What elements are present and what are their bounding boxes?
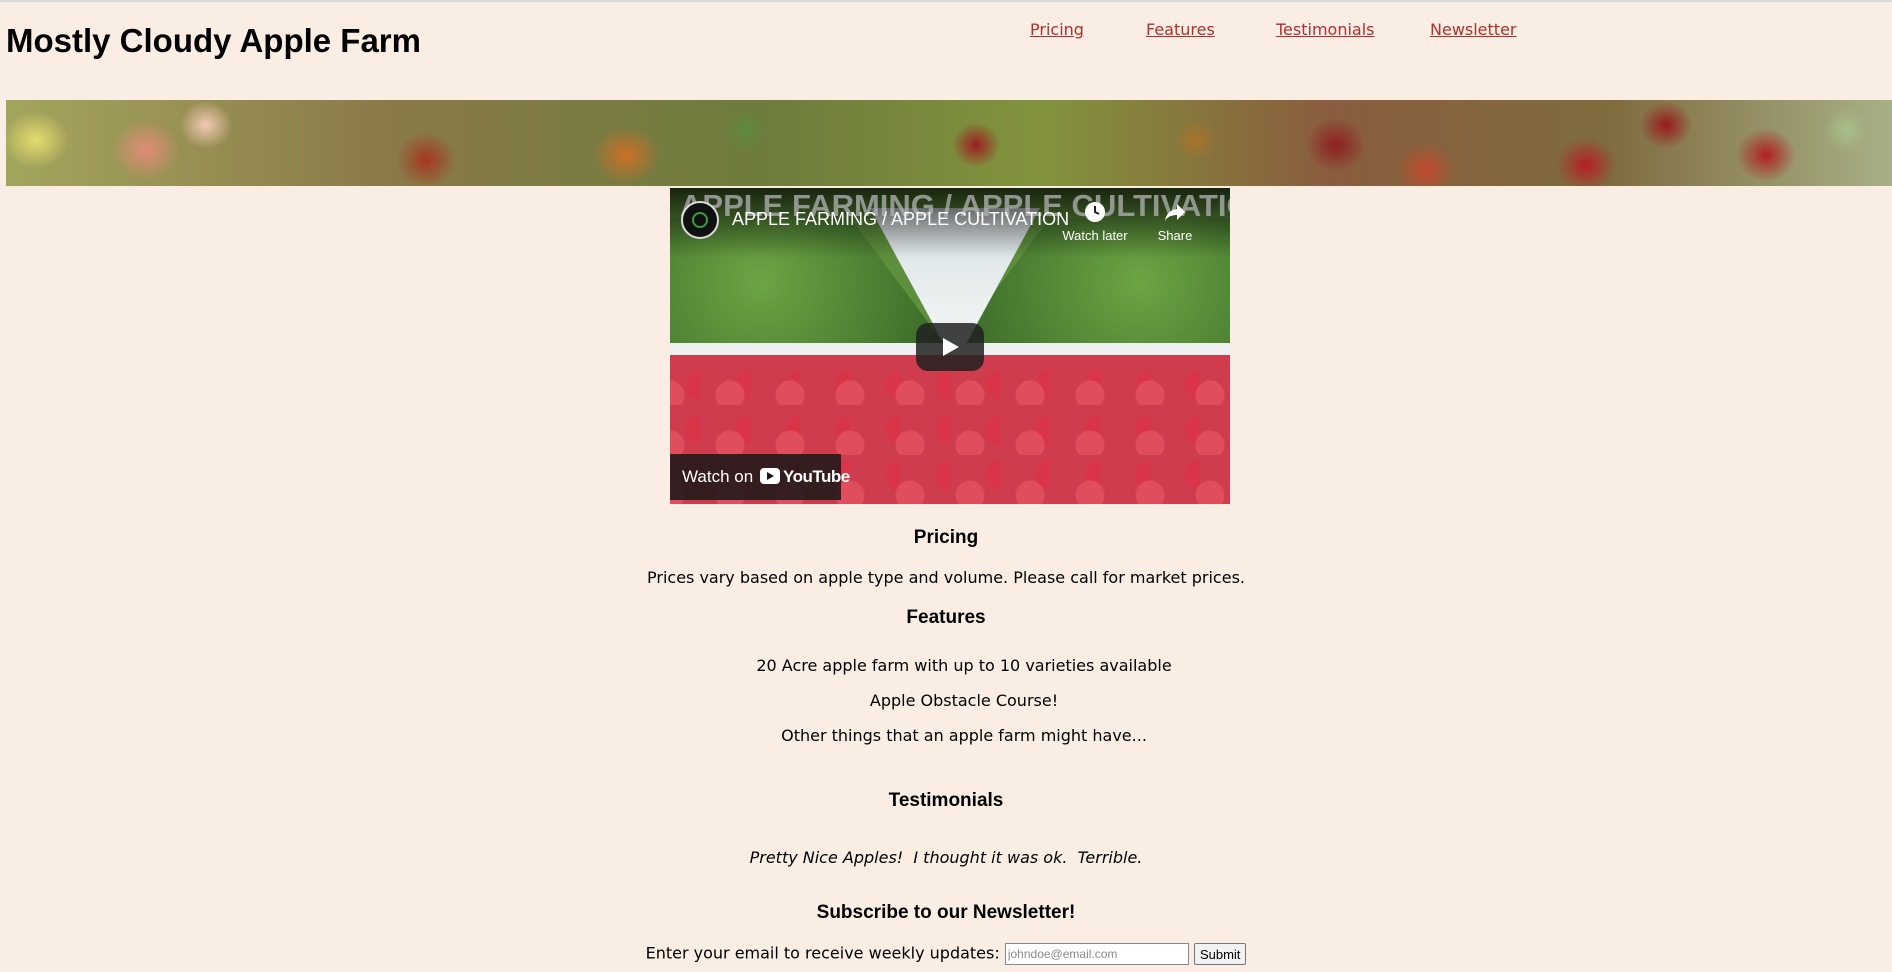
feature-item: 20 Acre apple farm with up to 10 varieti… bbox=[756, 656, 1172, 675]
watch-on-youtube-button[interactable]: Watch on YouTube bbox=[670, 454, 850, 500]
newsletter-heading: Subscribe to our Newsletter! bbox=[816, 902, 1076, 923]
share-button[interactable]: Share bbox=[1140, 200, 1210, 243]
youtube-logo-icon bbox=[760, 468, 780, 484]
main-nav: Pricing Features Testimonials Newsletter bbox=[0, 20, 1892, 44]
watch-on-label: Watch on bbox=[682, 467, 754, 486]
submit-button[interactable]: Submit bbox=[1193, 943, 1247, 965]
clock-icon bbox=[1085, 202, 1105, 222]
pricing-text: Prices vary based on apple type and volu… bbox=[647, 568, 1245, 587]
share-label: Share bbox=[1157, 228, 1193, 243]
video-title[interactable]: APPLE FARMING / APPLE CULTIVATION bbox=[732, 209, 1069, 230]
nav-link-pricing[interactable]: Pricing bbox=[1030, 20, 1084, 39]
nav-link-testimonials[interactable]: Testimonials bbox=[1276, 20, 1375, 39]
newsletter-form: Enter your email to receive weekly updat… bbox=[0, 943, 1892, 965]
watch-later-label: Watch later bbox=[1062, 228, 1128, 243]
nav-link-features[interactable]: Features bbox=[1146, 20, 1215, 39]
testimonials-heading: Testimonials bbox=[888, 790, 1004, 811]
youtube-wordmark: YouTube bbox=[783, 467, 850, 486]
email-input[interactable] bbox=[1004, 943, 1189, 965]
email-label: Enter your email to receive weekly updat… bbox=[645, 943, 1000, 963]
features-heading: Features bbox=[906, 607, 986, 628]
pricing-heading: Pricing bbox=[913, 527, 979, 548]
top-border bbox=[0, 0, 1892, 2]
testimonial-quote: Pretty Nice Apples! bbox=[749, 848, 904, 867]
nav-link-newsletter[interactable]: Newsletter bbox=[1430, 20, 1517, 39]
watch-later-button[interactable]: Watch later bbox=[1060, 200, 1130, 243]
testimonial-quote: I thought it was ok. bbox=[913, 848, 1068, 867]
youtube-video-embed[interactable]: APPLE FARMING / APPLE CULTIVATION APPLE … bbox=[670, 188, 1230, 504]
feature-item: Apple Obstacle Course! bbox=[869, 691, 1059, 710]
channel-logo-icon[interactable] bbox=[681, 201, 719, 239]
testimonial-quote: Terrible. bbox=[1077, 848, 1143, 867]
testimonials-quotes: Pretty Nice Apples! I thought it was ok.… bbox=[0, 848, 1892, 867]
feature-item: Other things that an apple farm might ha… bbox=[781, 726, 1147, 745]
apple-banner-image bbox=[6, 100, 1892, 186]
play-button[interactable] bbox=[916, 323, 984, 371]
share-icon bbox=[1165, 204, 1185, 221]
